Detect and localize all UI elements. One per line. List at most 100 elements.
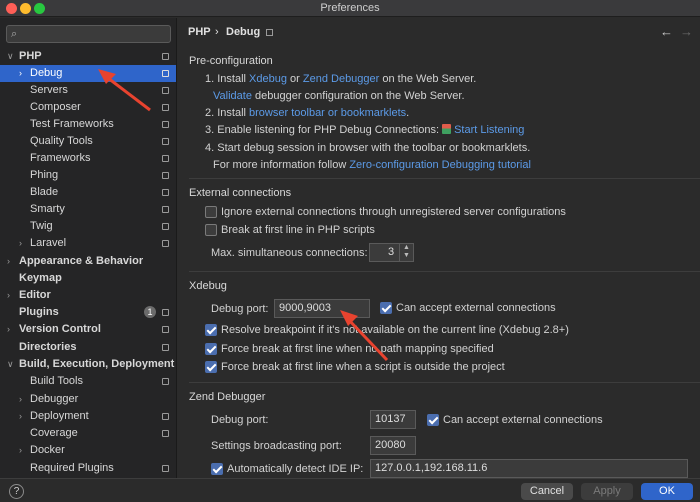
cancel-button[interactable]: Cancel [521, 483, 573, 500]
xdebug-heading: Xdebug [189, 280, 227, 292]
sidebar-item-servers[interactable]: Servers [0, 82, 176, 99]
chevron-right-icon[interactable]: › [19, 408, 22, 425]
stepper-arrows-icon[interactable]: ▲ ▼ [399, 243, 413, 262]
step-text: debugger configuration on the Web Server… [251, 90, 465, 102]
sidebar-item-label: Twig [30, 220, 53, 232]
sidebar-item-label: Coverage [30, 427, 78, 439]
back-arrow-icon[interactable]: ← [660, 24, 673, 39]
xdebug-link[interactable]: Xdebug [249, 73, 287, 85]
settings-content: PHP › Debug ← → Pre-configuration 1. Ins… [178, 18, 700, 478]
breadcrumb-parent[interactable]: PHP [188, 26, 211, 38]
step-text: 1. Install [205, 73, 250, 85]
chevron-right-icon[interactable]: › [7, 321, 10, 338]
chevron-right-icon[interactable]: › [19, 65, 22, 82]
sidebar-item-label: PHP [19, 50, 42, 62]
breadcrumb-separator: › [215, 26, 219, 38]
chevron-right-icon[interactable]: › [19, 235, 22, 252]
dialog-footer: ? Cancel Apply OK [0, 478, 700, 502]
ignore-external-checkbox[interactable] [205, 206, 217, 218]
project-settings-icon [162, 326, 169, 333]
preconfig-heading: Pre-configuration [189, 55, 273, 67]
project-settings-icon [162, 240, 169, 247]
break-first-line-checkbox[interactable] [205, 224, 217, 236]
sidebar-item-build-execution-deployment[interactable]: ∨ Build, Execution, Deployment [0, 356, 176, 373]
chevron-down-icon[interactable]: ∨ [7, 48, 14, 65]
sidebar-item-plugins[interactable]: Plugins 1 [0, 304, 176, 321]
sidebar-item-label: Composer [30, 101, 81, 113]
sidebar-item-editor[interactable]: › Editor [0, 287, 176, 304]
sidebar-item-debugger[interactable]: › Debugger [0, 391, 176, 408]
validate-link[interactable]: Validate [213, 90, 252, 102]
sidebar-item-label: Blade [30, 186, 59, 198]
sidebar-item-test-frameworks[interactable]: Test Frameworks [0, 116, 176, 133]
xdebug-port-input[interactable]: 9000,9003 [274, 299, 370, 318]
forward-arrow-icon[interactable]: → [680, 24, 693, 39]
sidebar-item-label: Plugins [19, 306, 59, 318]
sidebar-item-label: Required Plugins [30, 462, 114, 474]
broadcast-port-input[interactable]: 20080 [370, 436, 416, 455]
resolve-breakpoint-checkbox[interactable] [205, 324, 217, 336]
xdebug-port-label: Debug port: [211, 303, 269, 315]
zend-port-input[interactable]: 10137 [370, 410, 416, 429]
force-break-no-path-label: Force break at first line when no path m… [221, 343, 494, 355]
sidebar-item-required-plugins[interactable]: Required Plugins [0, 460, 176, 477]
chevron-right-icon[interactable]: › [19, 391, 22, 408]
chevron-right-icon[interactable]: › [19, 442, 22, 459]
start-listening-link[interactable]: Start Listening [454, 124, 524, 136]
apply-button[interactable]: Apply [581, 483, 633, 500]
project-settings-icon [162, 121, 169, 128]
sidebar-item-directories[interactable]: Directories [0, 339, 176, 356]
search-input[interactable]: ⌕ [6, 25, 171, 43]
step-text: For more information follow [213, 159, 350, 171]
settings-sidebar: ⌕ ∨ PHP › Debug Servers Composer Test Fr… [0, 18, 177, 478]
sidebar-item-composer[interactable]: Composer [0, 99, 176, 116]
chevron-down-icon[interactable]: ∨ [7, 356, 14, 373]
sidebar-item-phing[interactable]: Phing [0, 167, 176, 184]
ide-ip-input[interactable]: 127.0.0.1,192.168.11.6 [370, 459, 688, 478]
sidebar-item-blade[interactable]: Blade [0, 184, 176, 201]
detect-ide-ip-label: Automatically detect IDE IP: [227, 463, 364, 475]
project-settings-icon [162, 155, 169, 162]
sidebar-item-php[interactable]: ∨ PHP [0, 48, 176, 65]
sidebar-item-smarty[interactable]: Smarty [0, 201, 176, 218]
preconfig-step-1: 1. Install Xdebug or Zend Debugger on th… [205, 73, 476, 85]
project-settings-icon [162, 70, 169, 77]
xdebug-accept-external-checkbox[interactable] [380, 302, 392, 314]
sidebar-item-deployment[interactable]: › Deployment [0, 408, 176, 425]
preconfig-step-4: 4. Start debug session in browser with t… [205, 142, 531, 154]
chevron-right-icon[interactable]: › [7, 253, 10, 270]
sidebar-item-docker[interactable]: › Docker [0, 442, 176, 459]
sidebar-item-label: Deployment [30, 410, 89, 422]
sidebar-item-debug[interactable]: › Debug [0, 65, 176, 82]
zend-accept-external-checkbox[interactable] [427, 414, 439, 426]
project-settings-icon [162, 206, 169, 213]
preconfig-step-1b: Validate debugger configuration on the W… [213, 90, 465, 102]
sidebar-item-coverage[interactable]: Coverage [0, 425, 176, 442]
chevron-right-icon[interactable]: › [7, 287, 10, 304]
project-settings-icon [162, 413, 169, 420]
sidebar-item-version-control[interactable]: › Version Control [0, 321, 176, 338]
sidebar-item-label: Smarty [30, 203, 65, 215]
detect-ide-ip-checkbox[interactable] [211, 463, 223, 475]
max-connections-spinner[interactable]: 3 ▲ ▼ [369, 243, 414, 262]
force-break-no-path-checkbox[interactable] [205, 343, 217, 355]
sidebar-item-frameworks[interactable]: Frameworks [0, 150, 176, 167]
sidebar-item-appearance-behavior[interactable]: › Appearance & Behavior [0, 253, 176, 270]
divider [189, 271, 700, 272]
help-button[interactable]: ? [9, 484, 24, 499]
ok-button[interactable]: OK [641, 483, 693, 500]
zend-accept-external-label: Can accept external connections [443, 414, 603, 426]
breadcrumb-current: Debug [226, 26, 261, 38]
sidebar-item-twig[interactable]: Twig [0, 218, 176, 235]
sidebar-item-quality-tools[interactable]: Quality Tools [0, 133, 176, 150]
sidebar-item-laravel[interactable]: › Laravel [0, 235, 176, 252]
sidebar-item-keymap[interactable]: Keymap [0, 270, 176, 287]
zero-config-tutorial-link[interactable]: Zero-configuration Debugging tutorial [349, 159, 531, 171]
sidebar-item-build-tools[interactable]: Build Tools [0, 373, 176, 390]
resolve-breakpoint-label: Resolve breakpoint if it's not available… [221, 324, 569, 336]
force-break-outside-checkbox[interactable] [205, 361, 217, 373]
zend-debugger-link[interactable]: Zend Debugger [303, 73, 379, 85]
browser-toolbar-link[interactable]: browser toolbar or bookmarklets [249, 107, 406, 119]
sidebar-item-label: Quality Tools [30, 135, 93, 147]
project-settings-icon [162, 53, 169, 60]
